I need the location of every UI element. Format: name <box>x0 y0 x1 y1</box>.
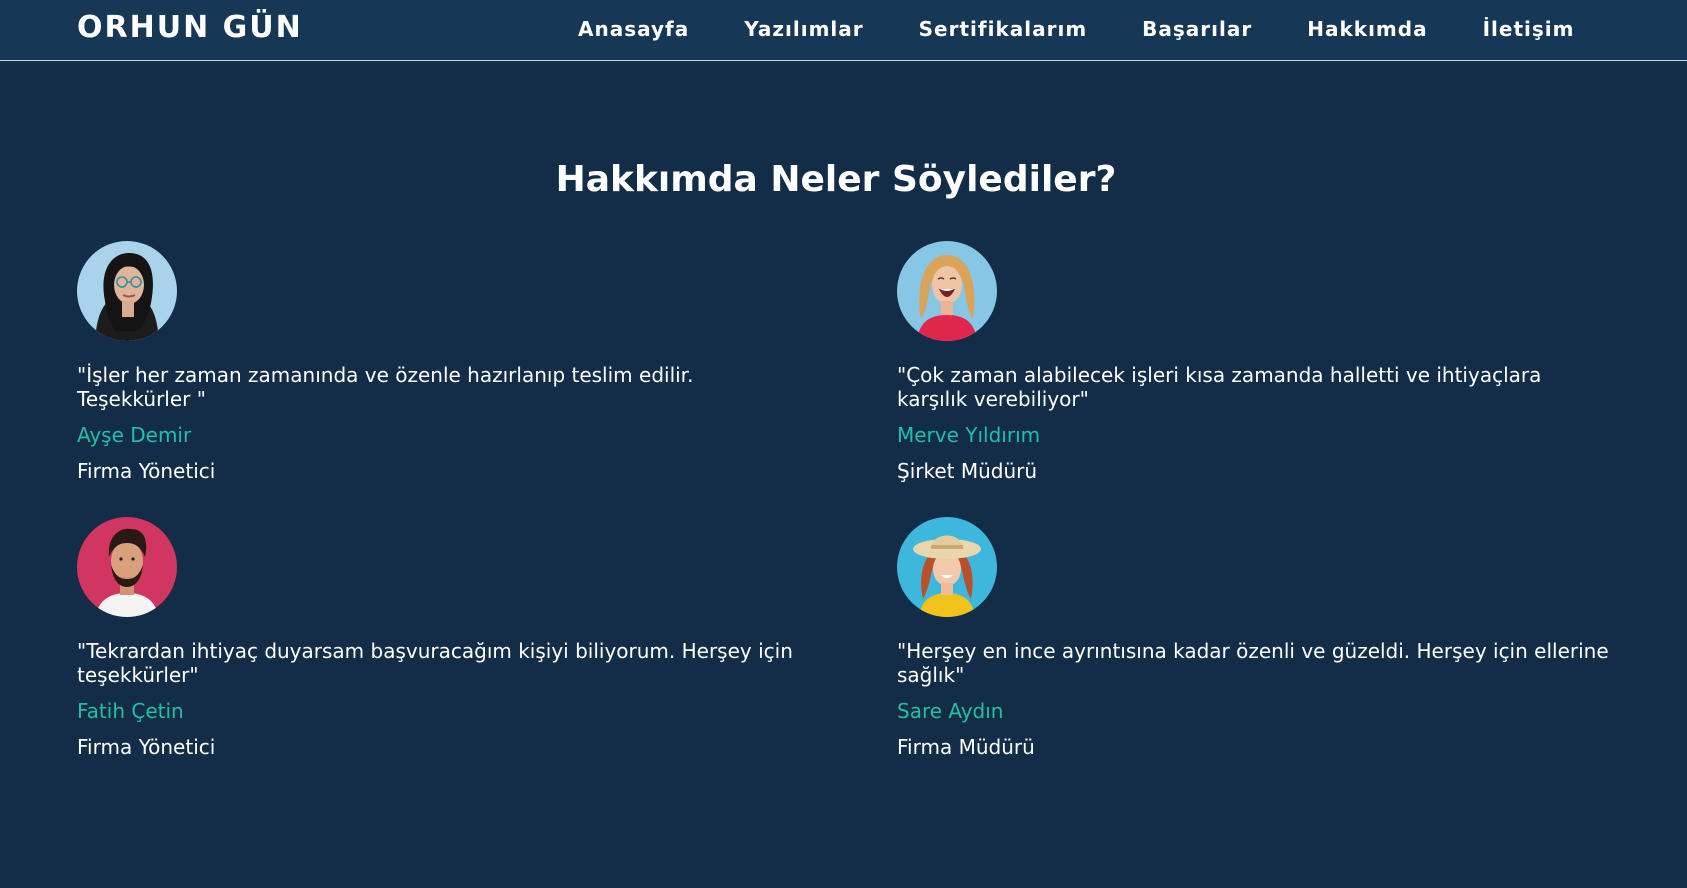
testimonial-role: Firma Müdürü <box>897 735 1035 759</box>
avatar <box>77 241 177 341</box>
nav-link-yazilimlar[interactable]: Yazılımlar <box>744 14 863 44</box>
navbar: ORHUN GÜN Anasayfa Yazılımlar Sertifikal… <box>0 0 1687 61</box>
testimonial-author: Merve Yıldırım <box>897 423 1041 447</box>
testimonial-author: Ayşe Demir <box>77 423 192 447</box>
testimonial-role: Firma Yönetici <box>77 459 216 483</box>
testimonial-quote: "İşler her zaman zamanında ve özenle haz… <box>77 363 694 411</box>
avatar <box>897 517 997 617</box>
testimonial-card: "İşler her zaman zamanında ve özenle haz… <box>77 241 797 485</box>
woman-hat-avatar-icon <box>897 517 997 617</box>
testimonial-role: Firma Yönetici <box>77 735 216 759</box>
woman-glasses-avatar-icon <box>77 241 177 341</box>
nav-link-iletisim[interactable]: İletişim <box>1483 14 1575 44</box>
laughing-woman-avatar-icon <box>897 241 997 341</box>
brand-logo[interactable]: ORHUN GÜN <box>77 10 303 46</box>
testimonial-card: "Tekrardan ihtiyaç duyarsam başvuracağım… <box>77 517 797 761</box>
nav-link-basarilar[interactable]: Başarılar <box>1142 14 1252 44</box>
testimonial-quote: "Herşey en ince ayrıntısına kadar özenli… <box>897 639 1609 687</box>
nav-links: Anasayfa Yazılımlar Sertifikalarım Başar… <box>578 14 1574 44</box>
testimonial-author: Fatih Çetin <box>77 699 184 723</box>
testimonial-role: Şirket Müdürü <box>897 459 1038 483</box>
section-title: Hakkımda Neler Söylediler? <box>555 159 1117 200</box>
avatar <box>77 517 177 617</box>
testimonial-card: "Çok zaman alabilecek işleri kısa zamand… <box>897 241 1617 485</box>
nav-link-hakkimda[interactable]: Hakkımda <box>1307 14 1427 44</box>
testimonial-author: Sare Aydın <box>897 699 1004 723</box>
testimonial-quote: "Tekrardan ihtiyaç duyarsam başvuracağım… <box>77 639 793 687</box>
testimonial-quote: "Çok zaman alabilecek işleri kısa zamand… <box>897 363 1542 411</box>
avatar <box>897 241 997 341</box>
bearded-man-avatar-icon <box>77 517 177 617</box>
nav-link-anasayfa[interactable]: Anasayfa <box>578 14 689 44</box>
nav-link-sertifikalarim[interactable]: Sertifikalarım <box>919 14 1088 44</box>
testimonial-card: "Herşey en ince ayrıntısına kadar özenli… <box>897 517 1617 761</box>
